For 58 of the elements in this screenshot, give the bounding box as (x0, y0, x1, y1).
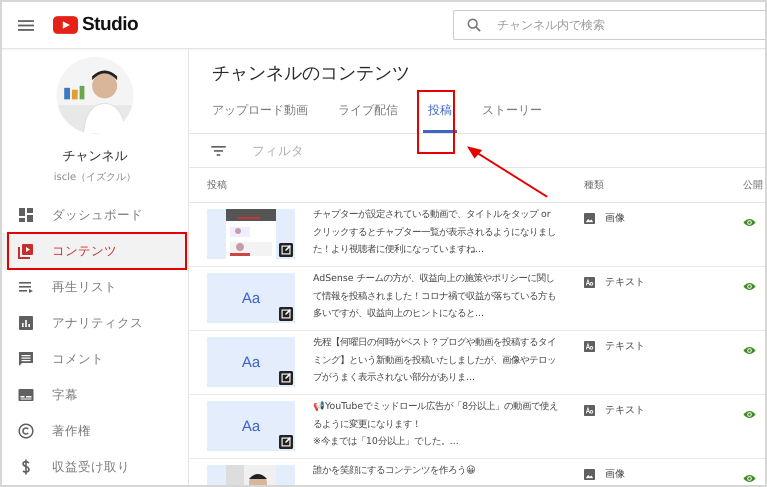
copyright-icon (18, 423, 34, 439)
eye-icon (743, 218, 756, 227)
thumbnail-text: Aa (242, 290, 260, 306)
sidebar-item[interactable]: ダッシュボード (2, 197, 188, 233)
eye-icon (743, 474, 756, 483)
column-header: 投稿 (207, 178, 228, 192)
channel-label: チャンネル (62, 148, 128, 165)
eye-icon (743, 346, 756, 355)
page-title: チャンネルのコンテンツ (212, 62, 411, 85)
tab[interactable]: 投稿 (423, 97, 457, 133)
type-label: テキスト (605, 404, 645, 417)
post-text: AdSense チームの方が、収益向上の施策やポリシーに関して情報を投稿されました！コロナ禍で収益が落ちている方も多いですが、収益向上のヒントになると... (313, 272, 557, 321)
edit-icon[interactable] (279, 435, 293, 449)
text-icon (584, 404, 595, 416)
column-header: 公開 (743, 179, 763, 192)
bar-chart-icon (18, 315, 34, 331)
sidebar-item[interactable]: 収益受け取り (2, 449, 188, 485)
post-text: 📢YouTubeでミッドロール広告が「8分以上」の動画で使えるように変更になります！ ※今までは「10分以上」でした。... (313, 400, 560, 449)
sidebar-item[interactable]: コンテンツ (2, 233, 188, 269)
sidebar-item[interactable]: 著作権 (2, 413, 188, 449)
channel-name: iscle（イズクル） (54, 171, 136, 184)
post-text: 誰かを笑顔にするコンテンツを作ろう😀 (313, 464, 477, 478)
type-label: 画像 (605, 468, 625, 481)
sidebar-item[interactable]: 再生リスト (2, 269, 188, 305)
thumbnail-text: Aa (242, 418, 260, 434)
comment-icon (18, 351, 34, 367)
image-icon (584, 468, 595, 480)
column-header: 種類 (584, 178, 605, 192)
type-label: テキスト (605, 340, 645, 353)
playlist-icon (18, 279, 34, 295)
edit-icon[interactable] (279, 307, 293, 321)
dashboard-icon (18, 207, 34, 223)
filter-icon[interactable] (211, 146, 226, 156)
search-field[interactable]: チャンネル内で検索 (453, 10, 765, 40)
text-icon (584, 340, 595, 352)
sidebar-item[interactable]: 字幕 (2, 377, 188, 413)
image-icon (584, 212, 595, 224)
logo-text: Studio (82, 14, 138, 36)
video-library-icon (18, 243, 34, 259)
eye-icon (743, 410, 756, 419)
post-text: チャプターが設定されている動画で、タイトルをタップ or クリックするとチャプター一覧が表示されるようになりました！より視聴者に便利になっていますね... (313, 208, 557, 257)
tab[interactable]: ストーリー (482, 97, 542, 133)
thumbnail-text: Aa (242, 354, 260, 370)
eye-icon (743, 282, 756, 291)
edit-icon[interactable] (279, 243, 293, 257)
tab[interactable]: アップロード動画 (212, 97, 308, 133)
sidebar-item[interactable]: コメント (2, 341, 188, 377)
tab[interactable]: ライブ配信 (338, 97, 398, 133)
search-icon (467, 18, 481, 32)
play-logo-icon (53, 16, 78, 34)
subtitles-icon (18, 387, 34, 403)
type-label: 画像 (605, 212, 625, 225)
sidebar-item[interactable]: アナリティクス (2, 305, 188, 341)
type-label: テキスト (605, 276, 645, 289)
menu-icon[interactable] (18, 20, 34, 30)
edit-icon[interactable] (279, 371, 293, 385)
text-icon (584, 276, 595, 288)
post-text: 先程【何曜日の何時がベスト？ブログや動画を投稿するタイミング】という新動画を投稿いたしましたが、画像やテロップがうまく表示されない部分がありま... (313, 336, 557, 385)
